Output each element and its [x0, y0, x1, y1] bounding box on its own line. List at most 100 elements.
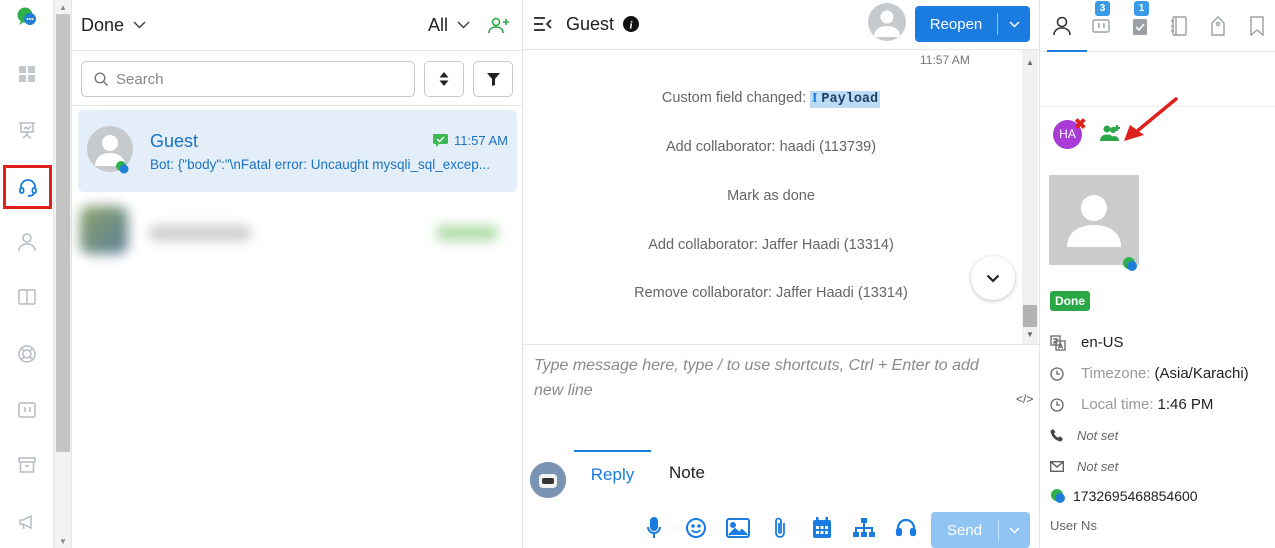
code-icon[interactable]: </> — [1016, 392, 1033, 406]
search-row — [81, 61, 513, 97]
search-field[interactable] — [81, 61, 415, 97]
thread-scrollbar[interactable]: ▲ ▼ — [1022, 50, 1038, 344]
conversation-name: Guest — [150, 131, 199, 151]
microphone-icon[interactable] — [642, 516, 666, 540]
composer-toolbar: Send — [523, 496, 1040, 548]
lifebuoy-icon[interactable] — [14, 341, 40, 367]
list-status-title[interactable]: Done — [81, 15, 124, 36]
add-user-icon[interactable] — [488, 16, 510, 34]
reopen-button[interactable]: Reopen — [915, 6, 1030, 42]
blurred-conversation-item[interactable] — [80, 200, 517, 270]
tab-bookmark[interactable] — [1245, 14, 1269, 38]
bookmark-icon — [1250, 16, 1264, 36]
locale-text: en-US — [1081, 334, 1124, 351]
emoji-icon[interactable] — [684, 516, 708, 540]
user-icon[interactable] — [14, 229, 40, 255]
chevron-down-icon[interactable] — [133, 21, 146, 29]
paperclip-icon[interactable] — [768, 516, 792, 540]
card-icon[interactable] — [14, 397, 40, 423]
chevron-down-icon[interactable] — [998, 20, 1030, 28]
search-input[interactable] — [116, 70, 396, 88]
count-badge: 3 — [1095, 1, 1110, 16]
filter-dropdown[interactable]: All — [428, 15, 470, 36]
card-icon — [1092, 19, 1110, 33]
presentation-icon[interactable] — [14, 117, 40, 143]
headset-icon[interactable] — [3, 165, 52, 209]
chevron-down-icon[interactable] — [999, 526, 1030, 534]
active-tab-indicator — [1047, 50, 1087, 52]
send-button[interactable]: Send — [931, 512, 1030, 548]
list-header: Done All — [72, 0, 522, 51]
tab-tag[interactable] — [1206, 14, 1230, 38]
scroll-up-arrow[interactable]: ▲ — [59, 3, 67, 12]
tag-icon — [1211, 16, 1225, 36]
send-label: Send — [946, 521, 983, 539]
columns-icon[interactable] — [14, 284, 40, 310]
headset-icon[interactable] — [894, 516, 918, 540]
whatsapp-row: 1732695468854600 — [1050, 488, 1198, 504]
clock-icon — [1050, 397, 1074, 412]
count-badge: 1 — [1134, 1, 1149, 16]
clock-icon — [1050, 366, 1074, 381]
conversation-item[interactable]: Guest 11:57 AM Bot: {"body":"\nFatal err… — [78, 110, 517, 192]
scroll-to-bottom-button[interactable] — [971, 256, 1015, 300]
scroll-down-arrow[interactable]: ▼ — [1026, 330, 1034, 339]
filter-button[interactable] — [473, 61, 513, 97]
system-event: Custom field changed: I Payload — [523, 90, 1019, 108]
scroll-thumb[interactable] — [1023, 305, 1037, 327]
archive-icon[interactable] — [14, 452, 40, 478]
email-row: Not set — [1050, 459, 1118, 474]
megaphone-icon[interactable] — [14, 509, 40, 535]
message-input[interactable] — [534, 353, 1004, 433]
locale-row: en-US — [1050, 334, 1124, 351]
timezone-row: Timezone: (Asia/Karachi) — [1050, 365, 1249, 382]
tab-card[interactable]: 3 — [1089, 1, 1113, 38]
tab-clipboard[interactable]: 1 — [1128, 1, 1152, 38]
sort-button[interactable] — [424, 61, 464, 97]
remove-collaborator-icon[interactable]: ✖ — [1074, 115, 1087, 133]
chevron-down-icon — [986, 274, 1000, 283]
phone-value: Not set — [1077, 428, 1119, 443]
custom-field-tag: I Payload — [810, 90, 881, 108]
conversation-list: Done All Search Guest 11:57 AM Bot: {"bo… — [72, 0, 523, 548]
sitemap-icon[interactable] — [852, 516, 876, 540]
info-icon[interactable]: i — [623, 16, 639, 32]
chat-header: Guest i Reopen — [523, 0, 1040, 50]
tab-notebook[interactable] — [1167, 14, 1191, 38]
search-icon — [94, 71, 109, 87]
image-icon[interactable] — [726, 516, 750, 540]
chat-logo-icon[interactable] — [14, 4, 40, 30]
tab-user-profile[interactable] — [1050, 14, 1074, 38]
local-time-label: Local time: — [1081, 396, 1154, 413]
sort-icon — [439, 72, 449, 86]
envelope-icon — [1050, 461, 1074, 472]
phone-icon — [1050, 429, 1074, 442]
add-collaborator-icon[interactable] — [1100, 124, 1122, 142]
tab-reply[interactable]: Reply — [574, 450, 651, 496]
calendar-icon[interactable] — [810, 516, 834, 540]
dashboard-icon[interactable] — [14, 61, 40, 87]
custom-field-tag-label: Payload — [821, 92, 879, 107]
whatsapp-icon — [1050, 488, 1069, 504]
language-icon — [1050, 334, 1074, 351]
rail-scrollbar[interactable]: ▲ ▼ — [54, 0, 72, 548]
reopen-label: Reopen — [929, 15, 983, 33]
tab-note[interactable]: Note — [669, 463, 705, 483]
avatar[interactable] — [868, 3, 906, 41]
details-tabs: 3 1 — [1040, 0, 1275, 52]
scroll-up-arrow[interactable]: ▲ — [1026, 58, 1034, 67]
scroll-thumb[interactable] — [56, 14, 70, 452]
chevron-down-icon — [457, 21, 470, 29]
text-field-icon: I — [812, 90, 818, 105]
system-event: Add collaborator: Jaffer Haadi (13314) — [648, 237, 894, 253]
timezone-label: Timezone: — [1081, 365, 1151, 382]
list-divider — [72, 105, 522, 106]
message-timestamp: 11:57 AM — [920, 53, 970, 67]
collapse-menu-icon[interactable] — [533, 16, 553, 32]
scroll-down-arrow[interactable]: ▼ — [59, 537, 67, 546]
notebook-icon — [1171, 16, 1187, 36]
event-text: Custom field changed: — [661, 90, 807, 106]
email-value: Not set — [1077, 459, 1119, 474]
conversation-preview: Bot: {"body":"\nFatal error: Uncaught my… — [150, 157, 491, 172]
user-ns-label: User Ns — [1050, 518, 1097, 533]
